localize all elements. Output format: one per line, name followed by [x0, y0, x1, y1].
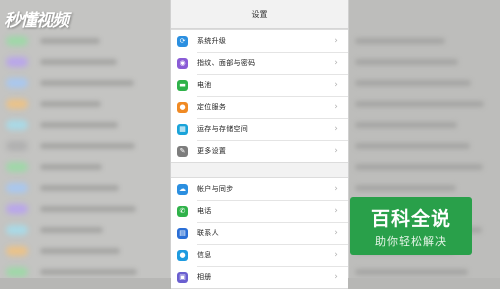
- chevron-right-icon: ›: [334, 36, 338, 46]
- background-blur-line: [40, 269, 137, 275]
- settings-item-label: 相册: [197, 273, 212, 281]
- chevron-right-icon: ›: [334, 184, 338, 194]
- background-blur-icon: [6, 162, 28, 172]
- background-blur-icon: [6, 120, 28, 130]
- settings-item-label: 系统升级: [197, 37, 227, 45]
- background-blur-line: [40, 206, 136, 212]
- settings-group-apps: ☁ 帐户与同步 › ✆ 电话 › ▤ 联系人 › ● 信息 › ▣ 相册 ›: [171, 177, 348, 289]
- background-blur-icon: [6, 225, 28, 235]
- background-blur-line: [40, 185, 119, 191]
- background-blur-line: [40, 80, 134, 86]
- settings-item-label: 信息: [197, 251, 212, 259]
- chevron-right-icon: ›: [334, 228, 338, 238]
- chevron-right-icon: ›: [334, 206, 338, 216]
- settings-item-label: 帐户与同步: [197, 185, 234, 193]
- settings-item-label: 运存与存储空间: [197, 125, 249, 133]
- background-blur-line: [355, 59, 458, 65]
- chevron-right-icon: ›: [334, 146, 338, 156]
- background-blur-icon: [6, 57, 28, 67]
- chevron-right-icon: ›: [334, 124, 338, 134]
- settings-item[interactable]: ● 信息 ›: [171, 244, 348, 266]
- background-blur-line: [355, 269, 468, 275]
- background-blur-line: [40, 101, 101, 107]
- settings-item[interactable]: ▬ 电池 ›: [171, 74, 348, 96]
- settings-item[interactable]: ▦ 运存与存储空间 ›: [171, 118, 348, 140]
- background-blur-icon: [6, 99, 28, 109]
- settings-item-label: 电池: [197, 81, 212, 89]
- background-blur-line: [40, 164, 102, 170]
- background-blur-line: [40, 59, 117, 65]
- settings-item[interactable]: ✆ 电话 ›: [171, 200, 348, 222]
- settings-item-label: 指纹、面部与密码: [197, 59, 256, 67]
- settings-item[interactable]: ▤ 联系人 ›: [171, 222, 348, 244]
- storage-icon: ▦: [177, 123, 188, 135]
- cloud-icon: ☁: [177, 183, 188, 195]
- background-blur-icon: [6, 204, 28, 214]
- badge-subtitle: 助你轻松解决: [375, 234, 447, 248]
- settings-group-system: ⟳ 系统升级 › ◉ 指纹、面部与密码 › ▬ 电池 › ● 定位服务 › ▦ 运存与存储空间 › ✎ 更多设置…: [171, 29, 348, 163]
- chevron-right-icon: ›: [334, 58, 338, 68]
- contacts-icon: ▤: [177, 227, 188, 239]
- chevron-right-icon: ›: [334, 272, 338, 282]
- background-blur-line: [355, 143, 470, 149]
- settings-item-label: 定位服务: [197, 103, 227, 111]
- location-icon: ●: [177, 101, 188, 113]
- chevron-right-icon: ›: [334, 102, 338, 112]
- settings-item[interactable]: ▣ 相册 ›: [171, 266, 348, 288]
- settings-item[interactable]: ☁ 帐户与同步 ›: [171, 178, 348, 200]
- video-watermark: 秒懂视频: [4, 11, 69, 31]
- wrench-icon: ✎: [177, 145, 188, 157]
- phone-icon: ✆: [177, 205, 188, 217]
- chevron-right-icon: ›: [334, 80, 338, 90]
- background-list-left: [0, 0, 170, 278]
- background-blur-icon: [6, 141, 28, 151]
- battery-icon: ▬: [177, 79, 188, 91]
- settings-item[interactable]: ● 定位服务 ›: [171, 96, 348, 118]
- background-blur-icon: [6, 267, 28, 277]
- background-blur-icon: [6, 246, 28, 256]
- settings-item[interactable]: ⟳ 系统升级 ›: [171, 30, 348, 52]
- settings-item-label: 更多设置: [197, 147, 227, 155]
- background-blur-line: [40, 248, 120, 254]
- background-blur-line: [40, 38, 100, 44]
- album-icon: ▣: [177, 271, 188, 283]
- background-blur-line: [355, 164, 483, 170]
- background-blur-icon: [6, 183, 28, 193]
- baike-badge: 百科全说 助你轻松解决: [350, 197, 472, 255]
- background-blur-line: [40, 227, 103, 233]
- system-update-icon: ⟳: [177, 35, 188, 47]
- badge-title: 百科全说: [370, 207, 451, 230]
- settings-item[interactable]: ✎ 更多设置 ›: [171, 140, 348, 162]
- background-blur-icon: [6, 36, 28, 46]
- background-blur-line: [355, 38, 445, 44]
- background-blur-line: [40, 143, 135, 149]
- settings-item-label: 联系人: [197, 229, 219, 237]
- fingerprint-icon: ◉: [177, 57, 188, 69]
- background-blur-line: [40, 122, 118, 128]
- background-blur-icon: [6, 78, 28, 88]
- background-blur-line: [355, 122, 457, 128]
- settings-item-label: 电话: [197, 207, 212, 215]
- chevron-right-icon: ›: [334, 250, 338, 260]
- settings-title: 设置: [171, 0, 348, 29]
- background-blur-line: [355, 101, 484, 107]
- background-blur-line: [355, 80, 471, 86]
- settings-panel: 设置 ⟳ 系统升级 › ◉ 指纹、面部与密码 › ▬ 电池 › ● 定位服务 › ▦ 运存与存储空间 › ✎ 更…: [170, 0, 349, 289]
- background-blur-line: [355, 185, 456, 191]
- settings-item[interactable]: ◉ 指纹、面部与密码 ›: [171, 52, 348, 74]
- message-icon: ●: [177, 249, 188, 261]
